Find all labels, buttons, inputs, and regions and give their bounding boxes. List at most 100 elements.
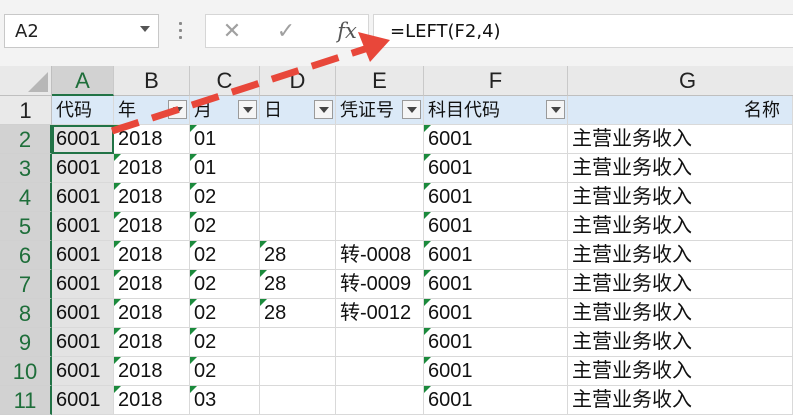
- table-cell[interactable]: 02: [190, 183, 260, 212]
- table-cell[interactable]: 主营业务收入: [568, 212, 793, 241]
- table-cell[interactable]: 28: [260, 299, 336, 328]
- table-cell[interactable]: 2018: [114, 270, 190, 299]
- table-cell[interactable]: [336, 357, 424, 386]
- table-cell[interactable]: [336, 154, 424, 183]
- select-all-button[interactable]: [0, 66, 52, 96]
- table-cell[interactable]: 02: [190, 270, 260, 299]
- table-cell[interactable]: 6001: [52, 154, 114, 183]
- table-cell[interactable]: 主营业务收入: [568, 154, 793, 183]
- table-cell[interactable]: 6001: [52, 386, 114, 415]
- table-cell[interactable]: 2018: [114, 183, 190, 212]
- table-cell[interactable]: 6001: [52, 125, 114, 154]
- filter-dropdown-icon[interactable]: [402, 100, 421, 119]
- table-cell[interactable]: 2018: [114, 299, 190, 328]
- header-cell-a[interactable]: 代码: [52, 96, 114, 125]
- table-cell[interactable]: 主营业务收入: [568, 386, 793, 415]
- table-cell[interactable]: 6001: [424, 386, 568, 415]
- column-header-f[interactable]: F: [424, 66, 568, 96]
- table-cell[interactable]: 6001: [424, 270, 568, 299]
- row-header[interactable]: 4: [0, 183, 52, 212]
- table-cell[interactable]: 28: [260, 270, 336, 299]
- table-cell[interactable]: 2018: [114, 357, 190, 386]
- table-cell[interactable]: [260, 328, 336, 357]
- table-cell[interactable]: 转-0008: [336, 241, 424, 270]
- column-header-a[interactable]: A: [52, 66, 114, 96]
- chevron-down-icon[interactable]: [140, 26, 150, 32]
- column-header-e[interactable]: E: [336, 66, 424, 96]
- table-cell[interactable]: [260, 357, 336, 386]
- table-cell[interactable]: [260, 154, 336, 183]
- row-header[interactable]: 9: [0, 328, 52, 357]
- filter-dropdown-icon[interactable]: [314, 100, 333, 119]
- table-cell[interactable]: 2018: [114, 125, 190, 154]
- table-cell[interactable]: 6001: [424, 328, 568, 357]
- header-cell-b[interactable]: 年: [114, 96, 190, 125]
- filter-dropdown-icon[interactable]: [238, 100, 257, 119]
- row-header[interactable]: 8: [0, 299, 52, 328]
- table-cell[interactable]: 主营业务收入: [568, 299, 793, 328]
- table-cell[interactable]: 01: [190, 125, 260, 154]
- row-header[interactable]: 7: [0, 270, 52, 299]
- row-header[interactable]: 5: [0, 212, 52, 241]
- table-cell[interactable]: 主营业务收入: [568, 241, 793, 270]
- header-cell-e[interactable]: 凭证号: [336, 96, 424, 125]
- insert-function-icon[interactable]: fx: [332, 17, 362, 45]
- table-cell[interactable]: 6001: [52, 241, 114, 270]
- table-cell[interactable]: [260, 212, 336, 241]
- table-cell[interactable]: 主营业务收入: [568, 183, 793, 212]
- table-cell[interactable]: [336, 212, 424, 241]
- table-cell[interactable]: 6001: [52, 328, 114, 357]
- table-cell[interactable]: 6001: [424, 183, 568, 212]
- column-header-b[interactable]: B: [114, 66, 190, 96]
- table-cell[interactable]: 02: [190, 241, 260, 270]
- table-cell[interactable]: 6001: [52, 270, 114, 299]
- table-cell[interactable]: 01: [190, 154, 260, 183]
- table-cell[interactable]: 02: [190, 299, 260, 328]
- table-cell[interactable]: 02: [190, 212, 260, 241]
- table-cell[interactable]: 28: [260, 241, 336, 270]
- table-cell[interactable]: [336, 125, 424, 154]
- column-header-d[interactable]: D: [260, 66, 336, 96]
- table-cell[interactable]: 主营业务收入: [568, 270, 793, 299]
- header-cell-d[interactable]: 日: [260, 96, 336, 125]
- column-header-g[interactable]: G: [568, 66, 793, 96]
- table-cell[interactable]: 2018: [114, 241, 190, 270]
- formula-bar[interactable]: =LEFT(F2,4): [373, 14, 793, 48]
- table-cell[interactable]: [336, 183, 424, 212]
- table-cell[interactable]: 6001: [52, 357, 114, 386]
- table-cell[interactable]: 6001: [424, 154, 568, 183]
- column-header-c[interactable]: C: [190, 66, 260, 96]
- table-cell[interactable]: [336, 328, 424, 357]
- table-cell[interactable]: 6001: [52, 299, 114, 328]
- table-cell[interactable]: 6001: [424, 212, 568, 241]
- confirm-icon[interactable]: ✓: [270, 19, 302, 45]
- table-cell[interactable]: 2018: [114, 212, 190, 241]
- table-cell[interactable]: 转-0012: [336, 299, 424, 328]
- filter-dropdown-icon[interactable]: [546, 100, 565, 119]
- table-cell[interactable]: 主营业务收入: [568, 357, 793, 386]
- table-cell[interactable]: 2018: [114, 328, 190, 357]
- table-cell[interactable]: 转-0009: [336, 270, 424, 299]
- table-cell[interactable]: 2018: [114, 154, 190, 183]
- filter-dropdown-icon[interactable]: [168, 100, 187, 119]
- name-box[interactable]: A2: [4, 14, 159, 48]
- table-cell[interactable]: 主营业务收入: [568, 328, 793, 357]
- row-header[interactable]: 1: [0, 96, 52, 125]
- table-cell[interactable]: [260, 125, 336, 154]
- table-cell[interactable]: 6001: [424, 357, 568, 386]
- table-cell[interactable]: 6001: [424, 125, 568, 154]
- table-cell[interactable]: [260, 386, 336, 415]
- row-header[interactable]: 2: [0, 125, 52, 154]
- row-header[interactable]: 3: [0, 154, 52, 183]
- drag-handle-icon[interactable]: [178, 22, 184, 46]
- table-cell[interactable]: 2018: [114, 386, 190, 415]
- table-cell[interactable]: [260, 183, 336, 212]
- table-cell[interactable]: 02: [190, 328, 260, 357]
- table-cell[interactable]: 6001: [424, 299, 568, 328]
- header-cell-c[interactable]: 月: [190, 96, 260, 125]
- table-cell[interactable]: [336, 386, 424, 415]
- cancel-icon[interactable]: ✕: [216, 19, 248, 45]
- table-cell[interactable]: 6001: [52, 183, 114, 212]
- table-cell[interactable]: 03: [190, 386, 260, 415]
- table-cell[interactable]: 02: [190, 357, 260, 386]
